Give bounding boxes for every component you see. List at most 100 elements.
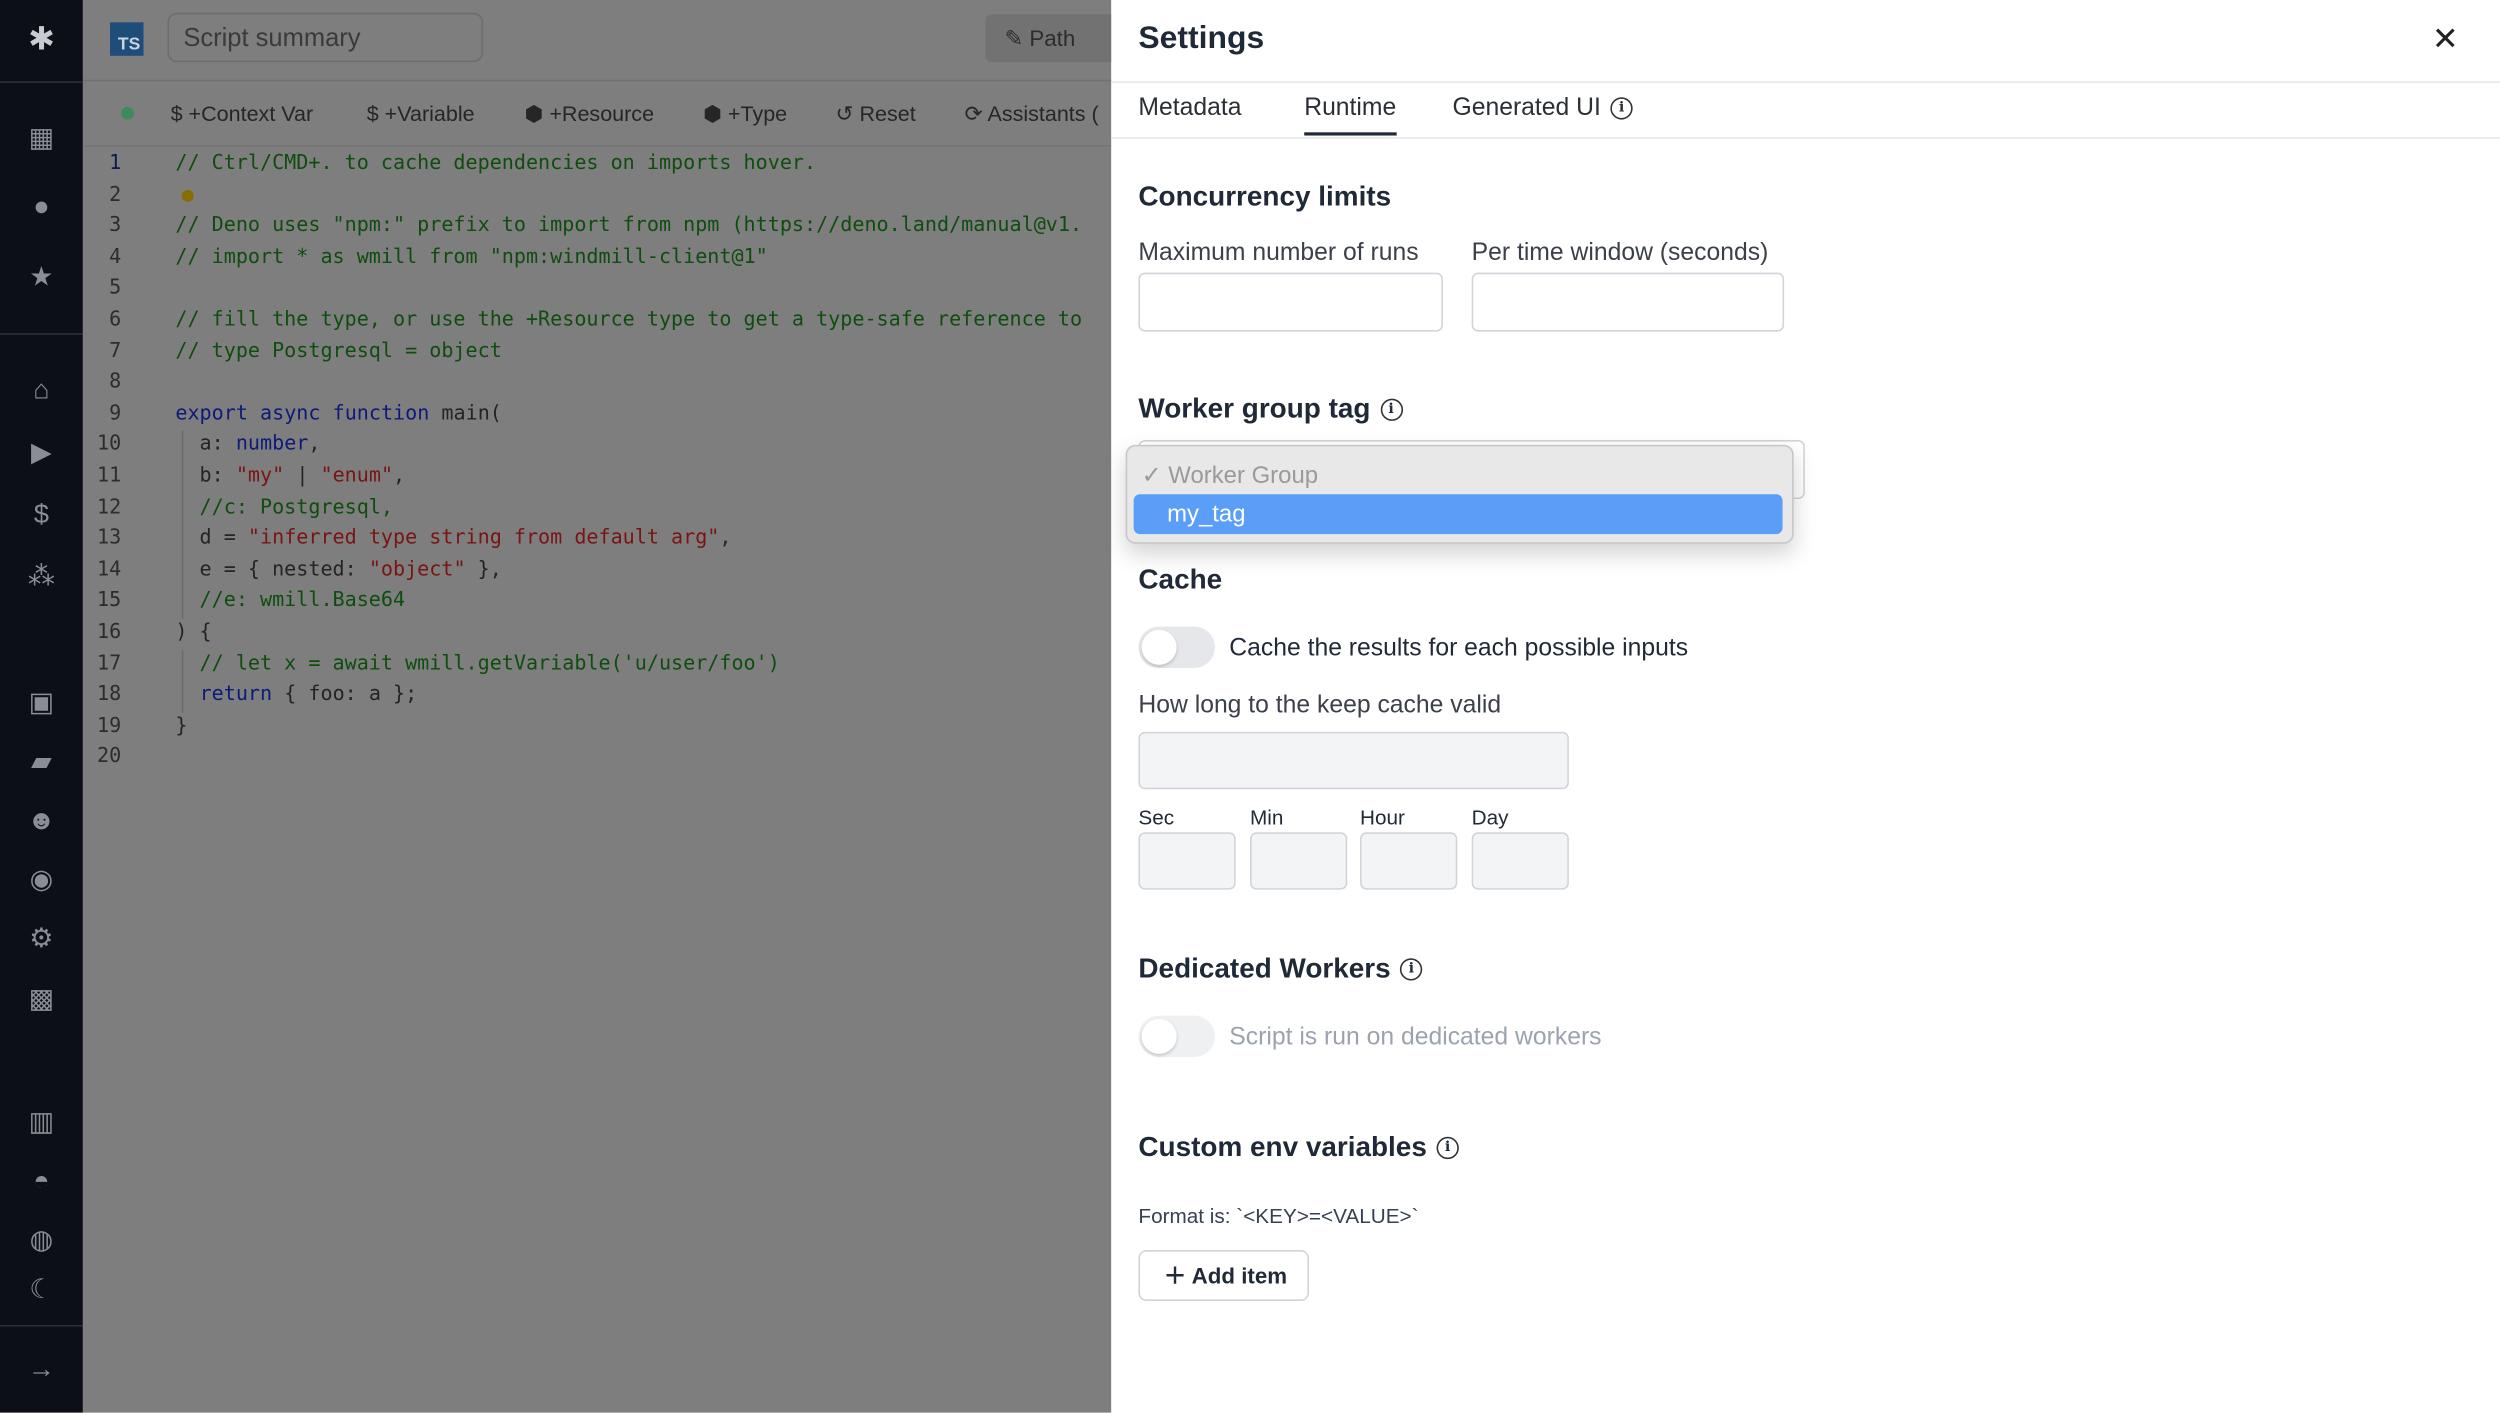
code-line[interactable]: b: "my" | "enum", [175, 462, 406, 486]
star-icon[interactable]: ★ [0, 261, 83, 293]
sec-label: Sec [1138, 805, 1175, 830]
code-line[interactable]: // fill the type, or use the +Resource t… [175, 306, 1082, 330]
min-input[interactable] [1250, 832, 1348, 890]
context-var-button[interactable]: $ +Context Var [171, 102, 314, 126]
home-icon[interactable]: ⌂ [0, 375, 83, 407]
path-label: Path [1029, 25, 1076, 52]
cache-duration-input[interactable] [1138, 731, 1569, 790]
resource-button[interactable]: ⬢ +Resource [525, 102, 654, 128]
script-editor: TS Script summary ✎ Path $ +Context Var … [82, 0, 1112, 1413]
editor-toolbar: $ +Context Var $ +Variable ⬢ +Resource ⬢… [82, 81, 1112, 147]
dropdown-option-worker-group[interactable]: ✓ Worker Group [1141, 461, 1319, 490]
line-number: 14 [96, 556, 122, 581]
gear-icon[interactable]: ⚙ [0, 923, 83, 955]
reset-label: Reset [859, 102, 916, 126]
code-line[interactable]: a: number, [175, 431, 321, 455]
line-number: 19 [96, 712, 122, 737]
line-number: 2 [109, 181, 122, 206]
code-line[interactable]: d = "inferred type string from default a… [175, 525, 732, 549]
day-label: Day [1471, 805, 1509, 830]
worker-group-heading: Worker group tag i [1138, 392, 1403, 425]
code-line[interactable]: // import * as wmill from "npm:windmill-… [175, 244, 767, 268]
dedicated-toggle[interactable] [1138, 1015, 1215, 1058]
tab-generated-ui[interactable]: Generated UI i [1452, 94, 1633, 123]
info-icon: i [1610, 97, 1633, 120]
line-number: 18 [96, 681, 122, 706]
cache-heading: Cache [1138, 562, 1223, 595]
divider [0, 1324, 83, 1327]
calendar-icon[interactable]: ▣ [0, 687, 83, 719]
line-number: 4 [109, 243, 122, 268]
line-number: 3 [109, 212, 122, 237]
windmill-logo-icon[interactable]: ✱ [0, 24, 83, 56]
indent-guide [181, 431, 184, 619]
hour-input[interactable] [1360, 832, 1458, 890]
cubes-icon[interactable]: ⁂ [0, 561, 83, 593]
path-button[interactable]: ✎ Path [985, 14, 1112, 63]
cube-icon: ⬢ [703, 102, 728, 126]
check-icon: ✓ [1141, 462, 1169, 490]
close-icon[interactable]: ✕ [2432, 19, 2459, 59]
time-window-input[interactable] [1471, 272, 1785, 332]
code-line[interactable]: e = { nested: "object" }, [175, 556, 502, 580]
tab-runtime[interactable]: Runtime [1304, 94, 1397, 136]
building-icon[interactable]: ▦ [0, 123, 83, 155]
line-number: 11 [96, 462, 122, 487]
typescript-badge: TS [110, 22, 144, 56]
line-number: 1 [109, 149, 122, 174]
variable-button[interactable]: $ +Variable [367, 102, 475, 126]
user-icon[interactable]: ● [0, 191, 83, 223]
dedicated-toggle-label: Script is run on dedicated workers [1229, 1023, 1602, 1051]
env-format-text: Format is: `<KEY>=<VALUE>` [1138, 1203, 1419, 1228]
dollar-icon[interactable]: $ [0, 499, 83, 531]
line-number: 16 [96, 618, 122, 643]
book-icon[interactable]: ▥ [0, 1107, 83, 1139]
cache-toggle[interactable] [1138, 626, 1215, 669]
hour-label: Hour [1360, 805, 1405, 830]
line-number: 5 [109, 274, 122, 299]
code-line[interactable]: // Ctrl/CMD+. to cache dependencies on i… [175, 150, 816, 174]
max-runs-input[interactable] [1138, 272, 1443, 332]
folder-icon[interactable]: ▰ [0, 746, 83, 778]
lightbulb-icon[interactable]: ● [182, 181, 194, 205]
tab-runtime-label: Runtime [1304, 94, 1397, 122]
robot-icon[interactable]: ▩ [0, 984, 83, 1016]
users-icon[interactable]: ☻ [0, 805, 83, 837]
code-line[interactable]: //c: Postgresql, [175, 494, 393, 518]
add-item-button[interactable]: ＋ Add item [1138, 1250, 1310, 1302]
code-line[interactable]: //e: wmill.Base64 [175, 587, 406, 611]
code-line[interactable]: export async function main( [175, 400, 502, 424]
play-icon[interactable]: ▶ [0, 437, 83, 469]
line-number: 9 [109, 399, 122, 424]
line-number: 13 [96, 524, 122, 549]
code-line[interactable]: ) { [175, 619, 211, 643]
type-button[interactable]: ⬢ +Type [703, 102, 787, 128]
dropdown-option-my-tag[interactable]: my_tag [1133, 494, 1783, 535]
eye-icon[interactable]: ◉ [0, 864, 83, 896]
line-number: 20 [96, 743, 122, 768]
assistants-button[interactable]: ⟳ Assistants ( [965, 102, 1099, 128]
github-icon[interactable]: ◍ [0, 1224, 83, 1256]
day-input[interactable] [1471, 832, 1569, 890]
line-number: 15 [96, 587, 122, 612]
line-number: 8 [109, 368, 122, 393]
indent-guide [181, 649, 184, 713]
code-line[interactable]: // let x = await wmill.getVariable('u/us… [175, 650, 780, 674]
tab-metadata[interactable]: Metadata [1138, 94, 1241, 123]
line-number: 10 [96, 431, 122, 456]
toggle-knob [1141, 629, 1177, 665]
arrow-right-icon[interactable]: → [0, 1354, 83, 1386]
moon-icon[interactable]: ☾ [0, 1274, 83, 1306]
worker-group-heading-text: Worker group tag [1138, 392, 1371, 425]
reset-button[interactable]: ↺ Reset [835, 102, 915, 128]
discord-icon[interactable]: ◓ [0, 1166, 83, 1198]
option-label: Worker Group [1168, 462, 1319, 490]
code-line[interactable]: return { foo: a }; [175, 681, 418, 705]
undo-icon: ↺ [835, 102, 860, 126]
sec-input[interactable] [1138, 832, 1236, 890]
cube-icon: ⬢ [524, 102, 550, 126]
summary-input[interactable]: Script summary [167, 12, 484, 63]
code-line[interactable]: } [175, 712, 187, 736]
code-line[interactable]: // type Postgresql = object [175, 337, 501, 361]
code-line[interactable]: // Deno uses "npm:" prefix to import fro… [175, 212, 1082, 236]
